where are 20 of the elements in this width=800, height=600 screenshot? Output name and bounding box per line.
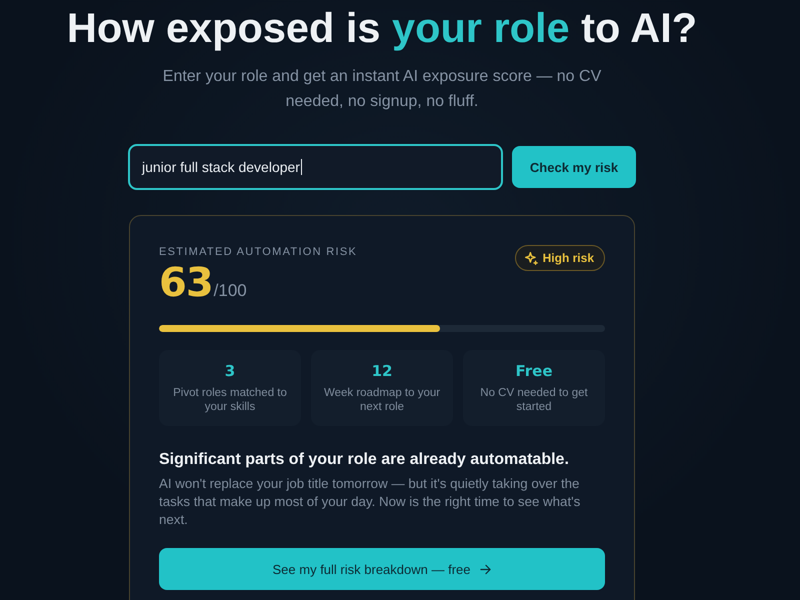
stat-caption: No CV needed to get started <box>479 386 589 414</box>
risk-label: ESTIMATED AUTOMATION RISK <box>159 246 358 258</box>
stat-caption: Pivot roles matched to your skills <box>172 386 288 414</box>
text-cursor <box>300 159 302 175</box>
result-heading: Significant parts of your role are already automatable. <box>159 450 570 470</box>
full-breakdown-button[interactable]: See my full risk breakdown — free <box>159 548 605 590</box>
stat-value: 3 <box>224 362 236 380</box>
check-risk-button[interactable]: Check my risk <box>512 146 636 188</box>
sparkle-icon <box>524 252 538 264</box>
stat-value: 12 <box>370 362 394 380</box>
role-input-field[interactable]: junior full stack developer <box>128 144 503 190</box>
result-description: AI won't replace your job title tomorrow — but it's quietly taking over the tasks that make up most of your day. Now is the right time to see what's next. <box>159 475 582 529</box>
score-maximum: /100 <box>214 281 247 301</box>
risk-badge: High risk <box>514 245 605 271</box>
page-subtitle: Enter your role and get an instant AI exposure score — no CV needed, no signup, no fluff. <box>162 67 602 112</box>
stat-value: Free <box>514 362 554 380</box>
page-headline: How exposed is your role to AI? <box>66 4 698 52</box>
arrow-right-icon <box>480 564 492 574</box>
stat-caption: Week roadmap to your next role <box>322 386 442 414</box>
risk-score: 63 <box>159 262 213 304</box>
